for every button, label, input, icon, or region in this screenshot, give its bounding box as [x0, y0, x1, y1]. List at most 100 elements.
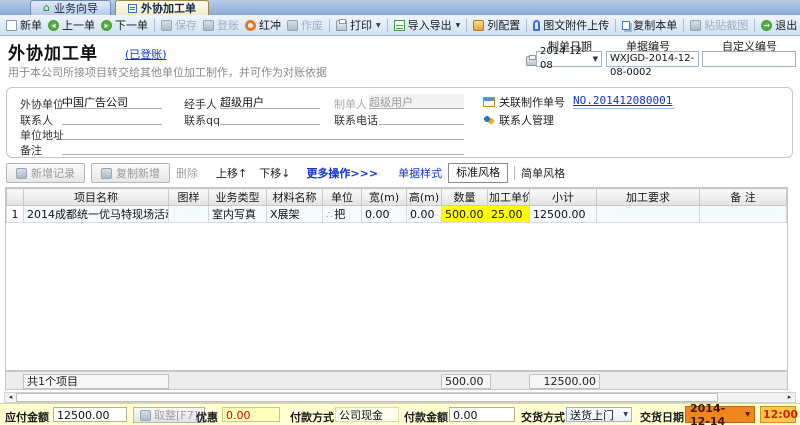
red-flush-button[interactable]: 红冲	[242, 15, 284, 35]
copy-order-button[interactable]: 复制本单	[619, 15, 680, 35]
toolbar-separator	[466, 19, 467, 32]
delivery-time-spinner[interactable]: 12:00 ▲ ▼	[760, 406, 796, 423]
page-header: 外协加工单 (已登账) 用于本公司所接项目转交给其他单位加工制作，并可作为对账依…	[0, 36, 800, 86]
col-note[interactable]: 备 注	[700, 189, 787, 206]
doc-no-input[interactable]: WXJGD-2014-12-08-0002	[606, 51, 699, 67]
tab-outsourcing-order[interactable]: 外协加工单	[115, 0, 209, 15]
width-cell[interactable]: 0.00	[362, 206, 407, 223]
col-price[interactable]: 加工单价	[488, 189, 530, 206]
move-down-button[interactable]: 下移↓	[259, 165, 290, 181]
pay-method-label: 付款方式	[290, 409, 334, 425]
requirement-cell[interactable]	[597, 206, 700, 223]
style-separator	[514, 166, 515, 180]
round-button[interactable]: 取整[F7]	[133, 407, 205, 423]
order-date-combo[interactable]: 2014-12-08 ▼	[536, 51, 602, 67]
paste-screenshot-button[interactable]: 粘贴截图	[687, 15, 751, 35]
unit-cell[interactable]: ∴把	[323, 206, 362, 223]
scroll-left-arrow[interactable]: ◂	[5, 393, 16, 402]
next-order-button[interactable]: ▸下一单	[98, 15, 151, 35]
phone-field[interactable]	[379, 110, 464, 125]
note-cell[interactable]	[700, 206, 787, 223]
price-cell[interactable]: 25.00	[488, 206, 530, 223]
print-button[interactable]: 打印▼	[333, 15, 384, 35]
address-field[interactable]	[62, 125, 464, 140]
column-config-icon	[473, 20, 484, 31]
column-config-button[interactable]: 列配置	[470, 15, 523, 35]
new-order-button[interactable]: 新单	[3, 15, 45, 35]
next-order-label: 下一单	[115, 17, 148, 33]
scroll-right-arrow[interactable]: ▸	[784, 393, 795, 402]
tab-outsourcing-order-label: 外协加工单	[141, 0, 196, 16]
project-name-cell[interactable]: 2014成都统一优马特现场活动	[24, 206, 169, 223]
save-button[interactable]: 保存	[158, 15, 200, 35]
style-simple-button[interactable]: 简单风格	[521, 165, 565, 181]
note-label: 备注	[20, 142, 42, 158]
image-cell[interactable]	[169, 206, 209, 223]
table-row[interactable]: 1 2014成都统一优马特现场活动 室内写真 X展架 ∴把 0.00 0.00 …	[7, 206, 787, 223]
tab-business-wizard[interactable]: ⌂ 业务向导	[30, 0, 111, 15]
delivery-method-combo[interactable]: 送货上门 ▼	[566, 407, 632, 422]
material-cell[interactable]: X展架	[267, 206, 323, 223]
prev-order-button[interactable]: ◂上一单	[45, 15, 98, 35]
copy-add-label: 复制新增	[116, 165, 160, 181]
biz-type-cell[interactable]: 室内写真	[209, 206, 267, 223]
col-image[interactable]: 图样	[169, 189, 209, 206]
subtotal-cell[interactable]: 12500.00	[530, 206, 597, 223]
col-height[interactable]: 高(m)	[407, 189, 442, 206]
col-qty[interactable]: 数量	[442, 189, 488, 206]
row-number-header	[7, 189, 24, 206]
add-record-button[interactable]: 新增记录	[6, 163, 85, 183]
delivery-method-label: 交货方式	[521, 409, 565, 425]
register-button[interactable]: 登账	[200, 15, 242, 35]
qq-field[interactable]	[220, 110, 320, 125]
prev-order-label: 上一单	[62, 17, 95, 33]
note-field[interactable]	[62, 140, 464, 155]
paste-screenshot-label: 粘贴截图	[704, 17, 748, 33]
move-up-button[interactable]: 上移↑	[216, 165, 247, 181]
col-biz-type[interactable]: 业务类型	[209, 189, 267, 206]
contact-management-link[interactable]: 联系人管理	[483, 112, 554, 128]
col-subtotal[interactable]: 小计	[530, 189, 597, 206]
creator-field: 超级用户	[369, 94, 464, 109]
col-requirement[interactable]: 加工要求	[597, 189, 700, 206]
vendor-field[interactable]: 中国广告公司	[62, 94, 162, 109]
payable-input[interactable]: 12500.00	[53, 407, 127, 422]
copy-add-icon	[101, 168, 112, 179]
col-material[interactable]: 材料名称	[267, 189, 323, 206]
exit-button[interactable]: →退出	[758, 15, 800, 35]
items-table: 项目名称 图样 业务类型 材料名称 单位 宽(m) 高(m) 数量 加工单价 小…	[6, 188, 787, 223]
vendor-label: 外协单位	[20, 96, 64, 112]
registered-status-link[interactable]: (已登账)	[125, 46, 167, 62]
row-number-cell: 1	[7, 206, 24, 223]
height-cell[interactable]: 0.00	[407, 206, 442, 223]
delivery-date-combo[interactable]: 2014-12-14 ▼	[685, 406, 755, 423]
copy-add-button[interactable]: 复制新增	[91, 163, 170, 183]
horizontal-scrollbar[interactable]: ◂ ▸	[4, 392, 796, 403]
print-label: 打印	[350, 17, 372, 33]
import-export-button[interactable]: 导入导出▼	[391, 15, 464, 35]
more-operations-link[interactable]: 更多操作>>>	[306, 165, 378, 181]
discount-input[interactable]: 0.00	[222, 407, 280, 422]
void-button[interactable]: 作废	[284, 15, 326, 35]
contact-field[interactable]	[62, 110, 162, 125]
qty-cell[interactable]: 500.00	[442, 206, 488, 223]
delivery-date-label: 交货日期	[640, 409, 684, 425]
col-project-name[interactable]: 项目名称	[24, 189, 169, 206]
scrollbar-thumb[interactable]	[16, 393, 718, 402]
col-width[interactable]: 宽(m)	[362, 189, 407, 206]
col-unit[interactable]: 单位	[323, 189, 362, 206]
toolbar-separator	[329, 19, 330, 32]
custom-no-input[interactable]	[702, 51, 796, 67]
handler-field[interactable]: 超级用户	[220, 94, 320, 109]
related-order-link[interactable]: NO.201412080001	[573, 94, 675, 109]
next-arrow-icon: ▸	[101, 20, 112, 31]
toolbar-separator	[615, 19, 616, 32]
attachment-upload-button[interactable]: 图文附件上传	[530, 15, 612, 35]
void-label: 作废	[301, 17, 323, 33]
red-flush-icon	[245, 20, 256, 31]
delete-row-button[interactable]: 删除	[176, 165, 198, 181]
pay-method-field[interactable]: 公司现金	[335, 407, 399, 422]
pay-amount-input[interactable]: 0.00	[449, 407, 515, 422]
delivery-method-value: 送货上门	[570, 407, 614, 423]
style-standard-button[interactable]: 标准风格	[448, 163, 508, 183]
